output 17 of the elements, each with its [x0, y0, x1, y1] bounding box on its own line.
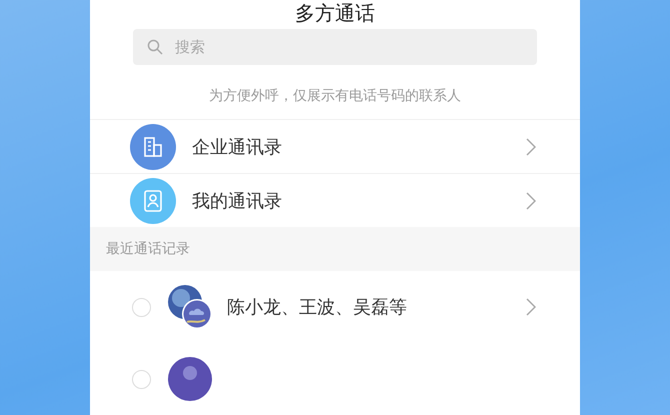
chevron-right-icon [526, 192, 536, 210]
contact-card-icon [143, 190, 163, 212]
person-avatar-drawing [167, 356, 213, 402]
search-field[interactable]: 搜索 [133, 29, 537, 65]
section-header: 最近通话记录 [90, 227, 580, 271]
page-title: 多方通话 [295, 0, 375, 24]
chevron-right-icon [526, 298, 536, 316]
radio-button[interactable] [132, 298, 151, 316]
directory-item[interactable]: 企业通讯录 [90, 119, 580, 173]
search-icon [147, 39, 163, 55]
hint-text: 为方便外呼，仅展示有电话号码的联系人 [209, 87, 461, 106]
chevron-right-icon [526, 138, 536, 156]
search-input[interactable]: 搜索 [173, 37, 523, 57]
radio-button[interactable] [132, 370, 151, 388]
call-participants: 陈小龙、王波、吴磊等 [227, 296, 408, 319]
group-avatar-drawing [167, 284, 213, 330]
building-icon [142, 136, 164, 158]
